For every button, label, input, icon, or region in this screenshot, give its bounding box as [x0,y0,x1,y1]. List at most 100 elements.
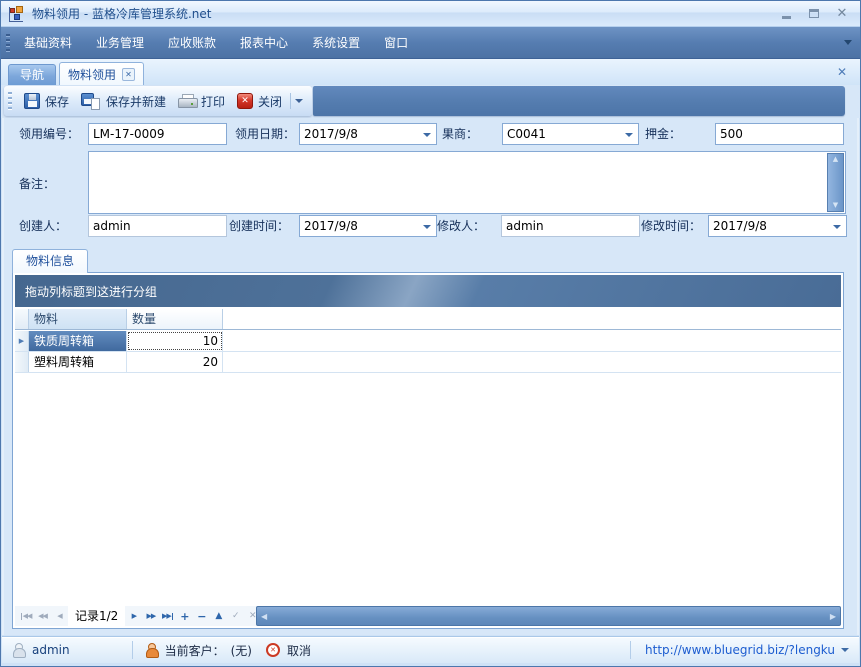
modify-time-dropdown-icon[interactable] [833,225,841,229]
requisition-code-value: LM-17-0009 [93,127,165,141]
create-time-dropdown-icon[interactable] [423,225,431,229]
create-time-combo[interactable]: 2017/9/8 [299,215,437,237]
printer-led [191,103,193,105]
save-button[interactable]: 保存 [18,90,75,113]
save-and-new-page [91,98,100,110]
tab-close-icon[interactable]: ✕ [122,68,135,81]
save-floppy-icon [24,93,40,109]
menu-item-reports[interactable]: 报表中心 [235,30,293,55]
nav-edit-button[interactable]: ▲ [210,608,227,624]
nav-first-button[interactable]: ◀◀ [17,608,34,624]
maximize-icon [809,9,819,18]
menu-item-window[interactable]: 窗口 [379,30,413,55]
menu-item-receivables[interactable]: 应收账款 [163,30,221,55]
cell-quantity-2[interactable]: 20 [127,352,223,372]
nav-append-button[interactable]: + [176,608,193,624]
app-window: 物料领用 - 蓝格冷库管理系统.net ✕ 基础资料 业务管理 应收账款 报表中… [0,0,861,667]
save-and-new-icon [81,93,101,110]
memo-textarea[interactable]: ▲ ▼ [88,151,846,214]
nav-delete-button[interactable]: − [193,608,210,624]
title-bar[interactable]: 物料领用 - 蓝格冷库管理系统.net ✕ [1,1,860,27]
grid-row-2[interactable]: 塑料周转箱 20 [15,352,841,373]
modify-time-value: 2017/9/8 [713,219,767,233]
user-icon [12,643,25,658]
grid-header-row: 物料 数量 [15,309,841,330]
requisition-date-dropdown-icon[interactable] [423,133,431,137]
nav-next-button[interactable]: ▶ [125,608,142,624]
close-form-button[interactable]: ✕ 关闭 [231,90,288,113]
status-right-group: http://www.bluegrid.biz/?lengku [618,641,849,659]
requisition-code-input[interactable]: LM-17-0009 [88,123,227,145]
tab-material-info[interactable]: 物料信息 [12,249,88,273]
requisition-date-value: 2017/9/8 [304,127,358,141]
fruit-merchant-value: C0041 [507,127,546,141]
close-red-x-icon: ✕ [237,93,253,109]
window-title: 物料领用 - 蓝格冷库管理系统.net [32,5,211,22]
status-separator-2 [630,641,631,659]
fruit-merchant-label: 果商： [442,123,478,145]
current-customer-label: 当前客户： [165,642,225,659]
toolbar-row: 保存 保存并新建 打印 ✕ 关闭 [1,85,860,118]
nav-next-page-button[interactable]: ▶▶ [142,608,159,624]
scroll-down-icon[interactable]: ▼ [833,202,838,209]
tab-material-requisition-label: 物料领用 [68,66,116,83]
minimize-button[interactable] [776,5,796,23]
grid-horizontal-scrollbar[interactable]: ◀ ▶ [256,606,841,626]
close-button[interactable]: ✕ [832,5,852,23]
tab-navigation[interactable]: 导航 [8,64,56,85]
cell-material-2[interactable]: 塑料周转箱 [29,352,127,372]
memo-scrollbar[interactable]: ▲ ▼ [827,153,844,212]
menu-item-system-settings[interactable]: 系统设置 [307,30,365,55]
print-button[interactable]: 打印 [172,90,231,113]
save-and-new-button-label: 保存并新建 [106,93,166,110]
memo-label: 备注： [19,173,55,195]
modify-time-label: 修改时间： [641,215,701,237]
deposit-input[interactable]: 500 [715,123,844,145]
app-logo-red-square [10,8,15,13]
materials-grid: 拖动列标题到这进行分组 物料 数量 ▶ 铁质周转箱 10 塑料周转箱 20 [12,272,844,629]
hscroll-right-icon[interactable]: ▶ [830,612,836,621]
nav-prev-page-button[interactable]: ◀◀ [34,608,51,624]
save-and-new-button[interactable]: 保存并新建 [75,90,172,113]
tab-material-requisition[interactable]: 物料领用 ✕ [59,62,144,85]
cancel-customer-icon[interactable]: ✕ [266,643,280,657]
grid-group-panel[interactable]: 拖动列标题到这进行分组 [15,275,841,307]
create-time-value: 2017/9/8 [304,219,358,233]
grid-row-1[interactable]: ▶ 铁质周转箱 10 [15,331,841,352]
cancel-customer-link[interactable]: 取消 [287,642,311,659]
cell-material-1[interactable]: 铁质周转箱 [29,331,127,351]
modify-time-combo[interactable]: 2017/9/8 [708,215,847,237]
grid-header-indicator [15,309,29,329]
row-indicator-empty [15,352,29,372]
menu-overflow-chevron-icon[interactable] [844,40,852,45]
status-url-dropdown-icon[interactable] [841,648,849,652]
menu-item-basic-data[interactable]: 基础资料 [19,30,77,55]
requisition-date-combo[interactable]: 2017/9/8 [299,123,437,145]
creator-value: admin [93,219,131,233]
save-button-label: 保存 [45,93,69,110]
scroll-up-icon[interactable]: ▲ [833,156,838,163]
nav-last-bar [172,613,173,620]
menu-grip-icon[interactable] [6,34,10,52]
nav-last-button[interactable]: ▶▶ [159,608,176,624]
modifier-input[interactable]: admin [501,215,640,237]
fruit-merchant-combo[interactable]: C0041 [502,123,639,145]
menu-item-business[interactable]: 业务管理 [91,30,149,55]
modifier-label: 修改人： [437,215,485,237]
creator-input[interactable]: admin [88,215,227,237]
toolbar-dropdown-icon[interactable] [295,99,303,103]
toolbar-grip-icon[interactable] [8,92,12,110]
status-url-link[interactable]: http://www.bluegrid.biz/?lengku [645,643,835,657]
column-header-quantity[interactable]: 数量 [127,309,223,329]
fruit-merchant-dropdown-icon[interactable] [625,133,633,137]
maximize-button[interactable] [804,5,824,23]
nav-post-button[interactable]: ✓ [227,608,244,624]
tabstrip-close-icon[interactable]: ✕ [837,65,847,79]
cell-quantity-1[interactable]: 10 [127,331,223,351]
hscroll-left-icon[interactable]: ◀ [261,612,267,621]
minimize-icon [782,16,791,19]
nav-prev-button[interactable]: ◀ [51,608,68,624]
status-user: admin [32,643,70,657]
column-header-material[interactable]: 物料 [29,309,127,329]
tab-navigation-label: 导航 [20,68,44,82]
